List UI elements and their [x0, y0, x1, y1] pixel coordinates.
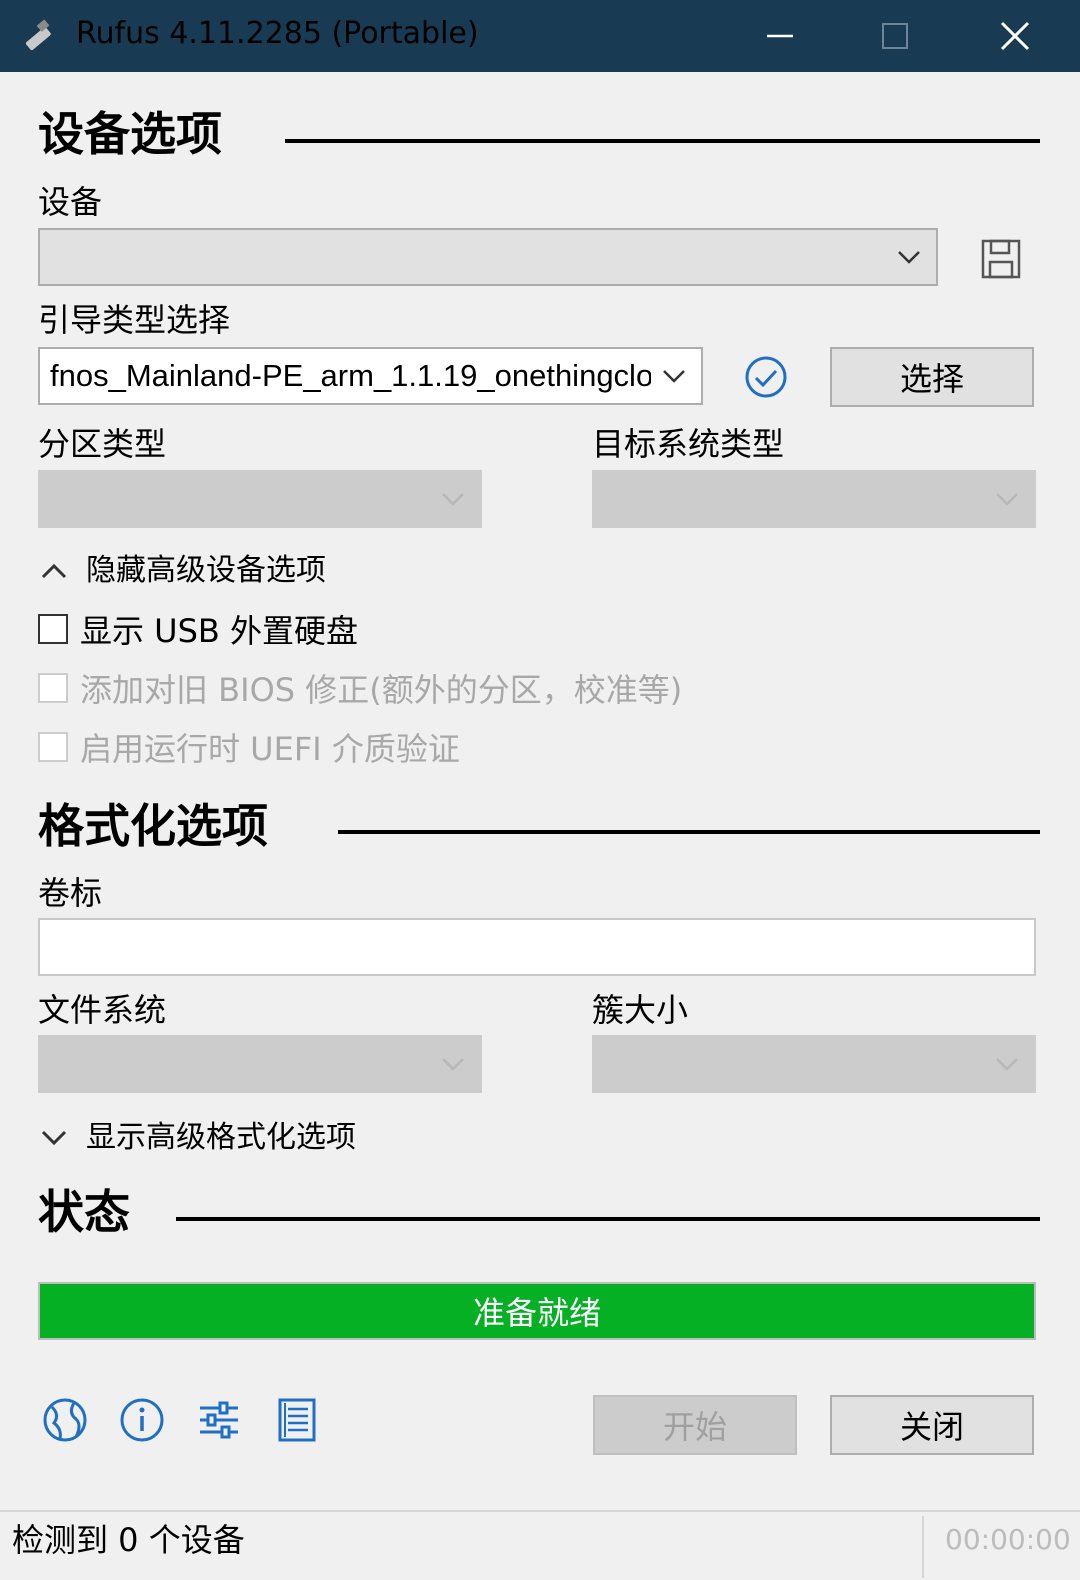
- close-button[interactable]: 关闭: [830, 1395, 1034, 1455]
- chevron-down-icon: [663, 370, 685, 383]
- checkbox-label: 显示 USB 外置硬盘: [80, 612, 359, 650]
- start-button[interactable]: 开始: [593, 1395, 797, 1455]
- status-heading: 状态: [38, 1185, 130, 1239]
- chevron-down-icon: [442, 1058, 464, 1071]
- chevron-up-icon: [41, 563, 67, 579]
- chevron-down-icon: [898, 251, 920, 264]
- partition-scheme-label: 分区类型: [38, 425, 167, 463]
- uefi-validation-checkbox[interactable]: 启用运行时 UEFI 介质验证: [38, 724, 460, 770]
- checkbox-label: 添加对旧 BIOS 修正(额外的分区，校准等): [80, 671, 683, 709]
- chevron-down-icon: [442, 493, 464, 506]
- device-count-status: 检测到 0 个设备: [12, 1521, 245, 1559]
- advanced-format-toggle[interactable]: 显示高级格式化选项: [40, 1118, 356, 1158]
- settings-sliders-icon: [200, 1401, 238, 1439]
- section-divider: [176, 1217, 1040, 1221]
- progress-bar: 准备就绪: [38, 1282, 1036, 1340]
- target-system-dropdown[interactable]: [592, 470, 1036, 528]
- partition-scheme-dropdown[interactable]: [38, 470, 482, 528]
- select-image-button[interactable]: 选择: [830, 347, 1034, 407]
- settings-button[interactable]: [194, 1395, 244, 1445]
- usb-drive-icon: [18, 14, 62, 58]
- section-divider: [285, 139, 1040, 143]
- maximize-icon: [882, 23, 908, 49]
- chevron-down-icon: [996, 1058, 1018, 1071]
- close-icon: [1000, 21, 1030, 51]
- close-window-button[interactable]: [970, 0, 1060, 72]
- checkbox-label: 启用运行时 UEFI 介质验证: [80, 730, 460, 768]
- volume-label-input[interactable]: [38, 918, 1036, 976]
- minimize-button[interactable]: [735, 0, 825, 72]
- elapsed-time: 00:00:00: [945, 1523, 1071, 1556]
- device-label: 设备: [38, 183, 103, 221]
- target-system-label: 目标系统类型: [592, 425, 785, 463]
- show-usb-hdd-checkbox[interactable]: 显示 USB 外置硬盘: [38, 606, 358, 652]
- language-button[interactable]: [40, 1395, 90, 1445]
- checkbox-box[interactable]: [38, 614, 68, 644]
- advanced-device-toggle-label: 隐藏高级设备选项: [86, 553, 326, 588]
- globe-icon: [43, 1398, 87, 1442]
- verify-image-button[interactable]: [743, 354, 789, 400]
- cluster-size-label: 簇大小: [592, 991, 689, 1029]
- floppy-disk-icon: [981, 239, 1021, 279]
- chevron-down-icon: [996, 493, 1018, 506]
- log-icon: [278, 1398, 316, 1442]
- log-button[interactable]: [272, 1395, 322, 1445]
- about-button[interactable]: [117, 1395, 167, 1445]
- cluster-size-dropdown[interactable]: [592, 1035, 1036, 1093]
- section-divider: [338, 830, 1040, 834]
- file-system-label: 文件系统: [38, 991, 167, 1029]
- checkbox-box[interactable]: [38, 732, 68, 762]
- format-options-heading: 格式化选项: [38, 799, 268, 853]
- check-circle-icon: [745, 356, 787, 398]
- boot-selection-dropdown[interactable]: fnos_Mainland-PE_arm_1.1.19_onethingclou…: [38, 347, 703, 405]
- chevron-down-icon: [41, 1130, 67, 1146]
- status-divider: [922, 1516, 924, 1578]
- device-dropdown[interactable]: [38, 228, 938, 286]
- minimize-icon: [767, 34, 793, 38]
- window-title: Rufus 4.11.2285 (Portable): [76, 16, 479, 51]
- boot-selection-value: fnos_Mainland-PE_arm_1.1.19_onethingclou…: [50, 358, 651, 393]
- advanced-format-toggle-label: 显示高级格式化选项: [86, 1120, 356, 1155]
- save-drive-button[interactable]: [978, 236, 1024, 282]
- progress-status-text: 准备就绪: [472, 1294, 601, 1332]
- maximize-button[interactable]: [850, 0, 940, 72]
- boot-selection-label: 引导类型选择: [38, 301, 231, 339]
- legacy-bios-fix-checkbox[interactable]: 添加对旧 BIOS 修正(额外的分区，校准等): [38, 665, 682, 711]
- volume-label-label: 卷标: [38, 874, 103, 912]
- advanced-device-toggle[interactable]: 隐藏高级设备选项: [40, 551, 326, 591]
- file-system-dropdown[interactable]: [38, 1035, 482, 1093]
- info-icon: [120, 1398, 164, 1442]
- checkbox-box[interactable]: [38, 673, 68, 703]
- device-options-heading: 设备选项: [38, 107, 222, 161]
